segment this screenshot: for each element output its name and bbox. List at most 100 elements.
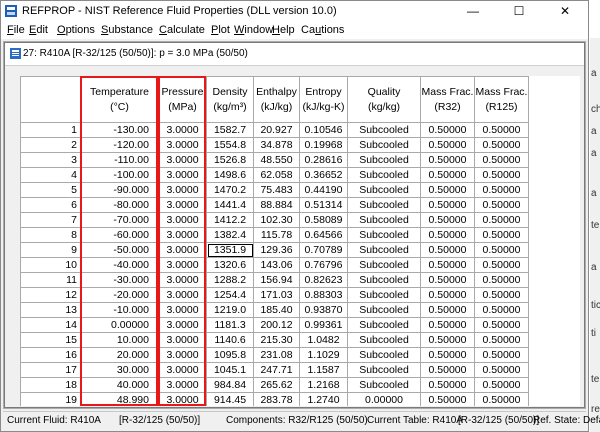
cell-enthalpy[interactable]: 215.30 (253, 332, 300, 348)
cell-mass-frac-r32[interactable]: 0.50000 (420, 122, 475, 138)
cell-density[interactable]: 1582.7 (206, 122, 254, 138)
column-header-quality[interactable]: Quality (kg/kg) (347, 76, 421, 123)
row-number[interactable]: 5 (20, 182, 81, 198)
cell-entropy[interactable]: 0.70789 (299, 242, 348, 258)
cell-entropy[interactable]: 1.1029 (299, 347, 348, 363)
cell-density[interactable]: 984.84 (206, 377, 254, 393)
cell-density[interactable]: 1140.6 (206, 332, 254, 348)
cell-pressure[interactable]: 3.0000 (158, 362, 207, 378)
menu-cautions[interactable]: Cautions (301, 24, 344, 36)
cell-mass-frac-r32[interactable]: 0.50000 (420, 392, 475, 406)
row-number[interactable]: 11 (20, 272, 81, 288)
close-button[interactable]: ✕ (542, 1, 588, 21)
cell-entropy[interactable]: 0.64566 (299, 227, 348, 243)
cell-pressure[interactable]: 3.0000 (158, 227, 207, 243)
cell-quality[interactable]: Subcooled (347, 197, 421, 213)
cell-mass-frac-r125[interactable]: 0.50000 (474, 167, 529, 183)
cell-quality[interactable]: Subcooled (347, 302, 421, 318)
cell-temperature[interactable]: -110.00 (80, 152, 159, 168)
cell-enthalpy[interactable]: 185.40 (253, 302, 300, 318)
cell-mass-frac-r125[interactable]: 0.50000 (474, 122, 529, 138)
menu-window[interactable]: Window (234, 24, 273, 36)
cell-temperature[interactable]: 48.990 (80, 392, 159, 406)
cell-density[interactable]: 1412.2 (206, 212, 254, 228)
cell-density[interactable]: 1470.2 (206, 182, 254, 198)
cell-mass-frac-r32[interactable]: 0.50000 (420, 317, 475, 333)
cell-mass-frac-r125[interactable]: 0.50000 (474, 152, 529, 168)
cell-mass-frac-r125[interactable]: 0.50000 (474, 332, 529, 348)
cell-enthalpy[interactable]: 115.78 (253, 227, 300, 243)
cell-temperature[interactable]: -120.00 (80, 137, 159, 153)
row-number[interactable]: 18 (20, 377, 81, 393)
row-number[interactable]: 2 (20, 137, 81, 153)
cell-mass-frac-r32[interactable]: 0.50000 (420, 302, 475, 318)
row-number[interactable]: 16 (20, 347, 81, 363)
row-number[interactable]: 15 (20, 332, 81, 348)
cell-mass-frac-r32[interactable]: 0.50000 (420, 152, 475, 168)
cell-mass-frac-r32[interactable]: 0.50000 (420, 227, 475, 243)
cell-temperature[interactable]: 10.000 (80, 332, 159, 348)
cell-temperature[interactable]: 30.000 (80, 362, 159, 378)
cell-temperature[interactable]: 20.000 (80, 347, 159, 363)
maximize-button[interactable]: ☐ (496, 1, 542, 21)
menu-help[interactable]: Help (272, 24, 295, 36)
cell-mass-frac-r32[interactable]: 0.50000 (420, 182, 475, 198)
cell-quality[interactable]: Subcooled (347, 182, 421, 198)
cell-pressure[interactable]: 3.0000 (158, 167, 207, 183)
cell-density[interactable]: 1181.3 (206, 317, 254, 333)
cell-mass-frac-r32[interactable]: 0.50000 (420, 332, 475, 348)
cell-density[interactable]: 914.45 (206, 392, 254, 406)
cell-entropy[interactable]: 0.51314 (299, 197, 348, 213)
cell-temperature[interactable]: 40.000 (80, 377, 159, 393)
cell-enthalpy[interactable]: 171.03 (253, 287, 300, 303)
cell-quality[interactable]: Subcooled (347, 167, 421, 183)
row-number[interactable]: 3 (20, 152, 81, 168)
cell-density[interactable]: 1045.1 (206, 362, 254, 378)
cell-pressure[interactable]: 3.0000 (158, 122, 207, 138)
menu-options[interactable]: Options (57, 24, 95, 36)
cell-entropy[interactable]: 0.88303 (299, 287, 348, 303)
cell-pressure[interactable]: 3.0000 (158, 287, 207, 303)
cell-enthalpy[interactable]: 34.878 (253, 137, 300, 153)
row-number[interactable]: 14 (20, 317, 81, 333)
cell-temperature[interactable]: -20.000 (80, 287, 159, 303)
row-number[interactable]: 4 (20, 167, 81, 183)
cell-temperature[interactable]: -90.000 (80, 182, 159, 198)
cell-quality[interactable]: Subcooled (347, 137, 421, 153)
cell-enthalpy[interactable]: 231.08 (253, 347, 300, 363)
cell-mass-frac-r125[interactable]: 0.50000 (474, 362, 529, 378)
cell-density[interactable]: 1441.4 (206, 197, 254, 213)
cell-density[interactable]: 1554.8 (206, 137, 254, 153)
cell-enthalpy[interactable]: 265.62 (253, 377, 300, 393)
cell-mass-frac-r125[interactable]: 0.50000 (474, 392, 529, 406)
cell-quality[interactable]: Subcooled (347, 227, 421, 243)
cell-quality[interactable]: Subcooled (347, 257, 421, 273)
column-header-enthalpy[interactable]: Enthalpy (kJ/kg) (253, 76, 300, 123)
menu-calculate[interactable]: Calculate (159, 24, 205, 36)
cell-temperature[interactable]: -80.000 (80, 197, 159, 213)
cell-density[interactable]: 1095.8 (206, 347, 254, 363)
child-title-bar[interactable]: 27: R410A [R-32/125 (50/50)]: p = 3.0 MP… (5, 43, 584, 66)
cell-enthalpy[interactable]: 48.550 (253, 152, 300, 168)
menu-substance[interactable]: Substance (101, 24, 153, 36)
cell-density[interactable]: 1526.8 (206, 152, 254, 168)
row-number[interactable]: 10 (20, 257, 81, 273)
cell-pressure[interactable]: 3.0000 (158, 272, 207, 288)
cell-mass-frac-r125[interactable]: 0.50000 (474, 377, 529, 393)
row-number[interactable]: 9 (20, 242, 81, 258)
row-number[interactable]: 13 (20, 302, 81, 318)
cell-quality[interactable]: Subcooled (347, 152, 421, 168)
column-header-pressure[interactable]: Pressure (MPa) (158, 76, 207, 123)
menu-plot[interactable]: Plot (211, 24, 230, 36)
row-number[interactable]: 17 (20, 362, 81, 378)
cell-temperature[interactable]: 0.00000 (80, 317, 159, 333)
menu-file[interactable]: File (7, 24, 25, 36)
cell-mass-frac-r125[interactable]: 0.50000 (474, 317, 529, 333)
cell-density[interactable]: 1498.6 (206, 167, 254, 183)
cell-density[interactable]: 1320.6 (206, 257, 254, 273)
column-header-mass-frac-r32[interactable]: Mass Frac. (R32) (420, 76, 475, 123)
cell-quality[interactable]: Subcooled (347, 317, 421, 333)
column-header-mass-frac-r125[interactable]: Mass Frac. (R125) (474, 76, 529, 123)
cell-quality[interactable]: Subcooled (347, 272, 421, 288)
cell-entropy[interactable]: 1.0482 (299, 332, 348, 348)
